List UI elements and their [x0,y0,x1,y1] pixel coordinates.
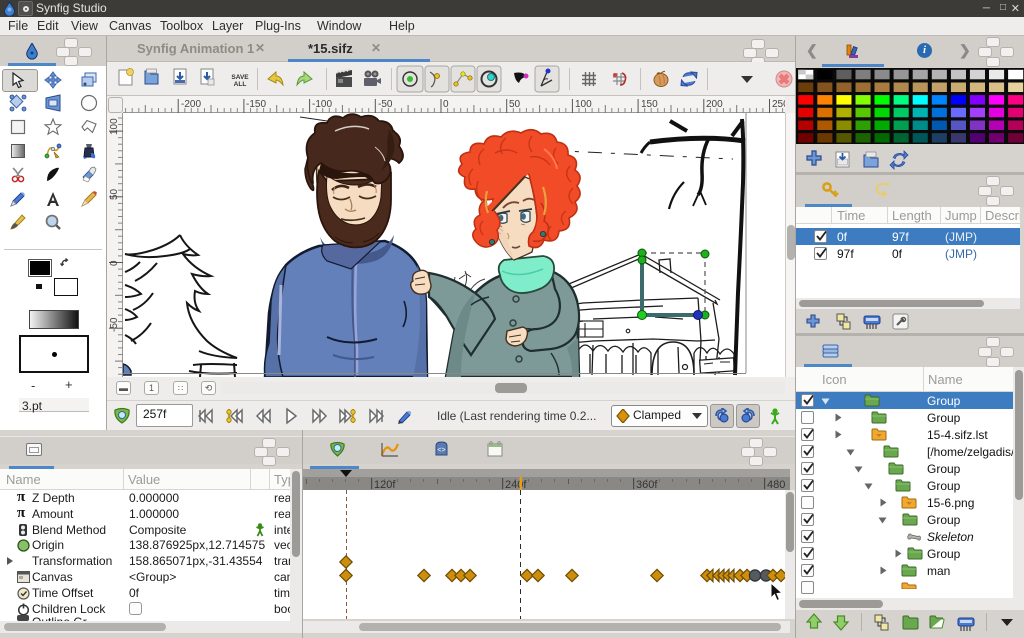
svg-text:150: 150 [641,99,658,110]
svg-text:0: 0 [443,99,449,110]
svg-text:-150: -150 [246,99,266,110]
svg-text:-100: -100 [312,99,332,110]
svg-text:ALL: ALL [234,81,247,88]
svg-text:100: 100 [575,99,592,110]
svg-text:50: 50 [509,99,521,110]
svg-text:250: 250 [772,99,785,110]
svg-text:-50: -50 [109,317,120,332]
svg-text:<>: <> [437,447,445,454]
svg-text:-50: -50 [378,99,393,110]
svg-text:0: 0 [109,260,120,266]
svg-text:120f: 120f [374,479,396,490]
svg-text:200: 200 [706,99,723,110]
svg-text:100: 100 [109,118,120,135]
svg-text:50: 50 [109,188,120,200]
svg-text:240f: 240f [505,479,527,490]
svg-text:Idle (Last rendering time 0.2.: Idle (Last rendering time 0.2... [437,409,596,423]
svg-text:-200: -200 [181,99,201,110]
svg-text:480: 480 [767,479,785,490]
svg-text:SAVE: SAVE [231,74,249,81]
svg-text:360f: 360f [636,479,658,490]
